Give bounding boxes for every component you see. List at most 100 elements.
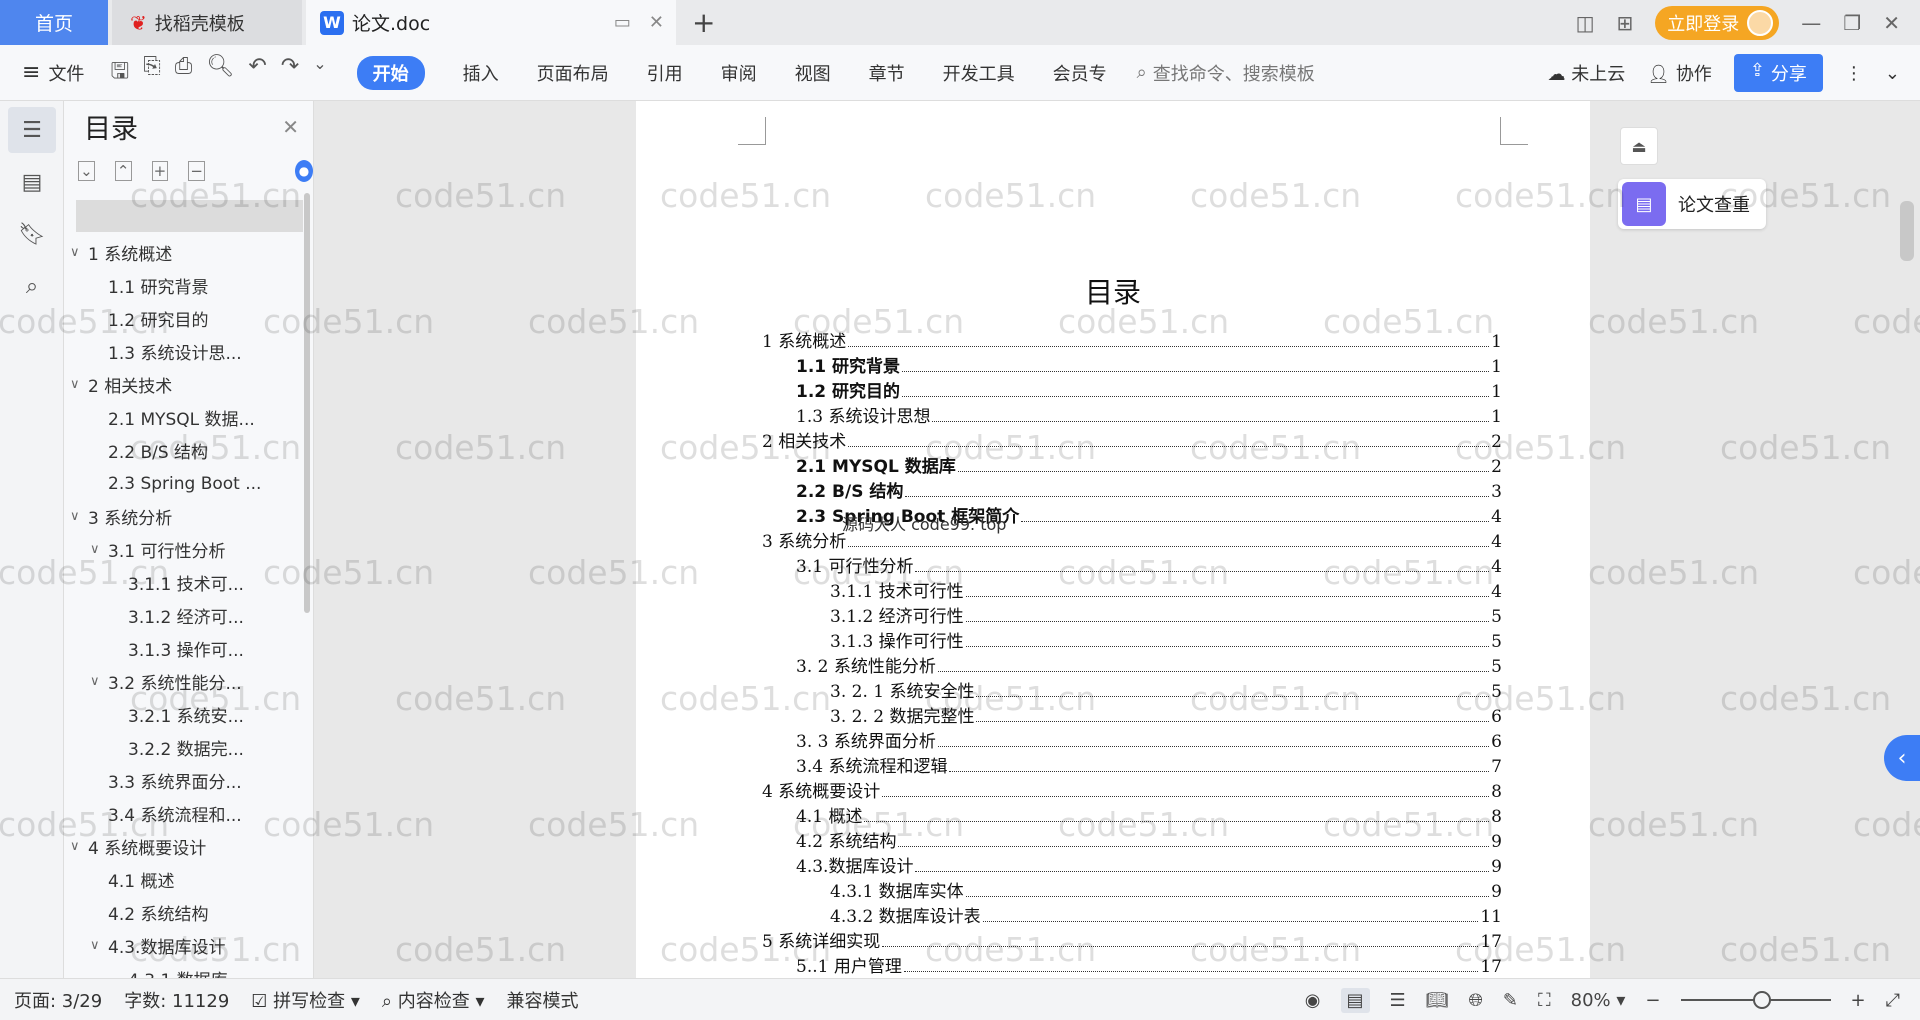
toc-entry[interactable]: 1.3 系统设计思想 1 (762, 402, 1502, 427)
redo-icon[interactable]: ↷ (281, 54, 299, 92)
toc-entry[interactable]: 3.4 系统流程和逻辑 7 (762, 752, 1502, 777)
toc-tree-item[interactable]: ∨ 3 系统分析 (64, 500, 313, 533)
menu-member[interactable]: 会员专 (1053, 60, 1107, 86)
print-preview-icon[interactable]: 🔍︎ (206, 54, 234, 92)
toc-tree-item[interactable]: ∨ 2 相关技术 (64, 368, 313, 401)
cloud-status[interactable]: ☁ 未上云 (1547, 60, 1625, 86)
content-check-button[interactable]: ⌕ 内容检查 ▾ (382, 987, 485, 1013)
toc-tree-item[interactable]: ∨ 3.1 可行性分析 (64, 533, 313, 566)
menu-review[interactable]: 审阅 (721, 60, 757, 86)
print-icon[interactable]: ⎙ (175, 54, 193, 92)
collapse-panel-button[interactable]: ⏏ (1620, 127, 1658, 165)
screen-icon[interactable]: ▭ (614, 12, 631, 33)
toc-entry[interactable]: 1.2 研究目的 1 (762, 377, 1502, 402)
toc-scrollbar[interactable] (304, 193, 310, 613)
toc-entry[interactable]: 4.2 系统结构 9 (762, 827, 1502, 852)
tab-template[interactable]: ❦ 找稻壳模板 (112, 0, 302, 45)
toc-nav-icon[interactable]: ☰ (8, 107, 56, 153)
tab-document[interactable]: W 论文.doc ▭ ✕ (306, 0, 676, 45)
grid-apps-icon[interactable]: ⊞ (1617, 11, 1634, 35)
web-view-icon[interactable]: 🌐︎ (1469, 990, 1483, 1011)
toc-tree-item[interactable]: 3.2.1 系统安... (64, 698, 313, 731)
chevron-down-icon[interactable]: ∨ (90, 542, 108, 557)
more-icon[interactable]: ⋮ (1845, 63, 1863, 84)
toc-tree-item[interactable]: ∨ 4.3.数据库设计 (64, 929, 313, 962)
new-tab-button[interactable]: + (692, 6, 715, 39)
ai-assistant-icon[interactable]: ● (295, 160, 313, 182)
share-button[interactable]: ⇪ 分享 (1733, 54, 1823, 92)
toc-entry[interactable]: 2.1 MYSQL 数据库 2 (762, 452, 1502, 477)
chevron-left-icon[interactable]: ‹ (1884, 735, 1920, 781)
toc-entry[interactable]: 5..1 用户管理 17 (762, 952, 1502, 977)
login-button[interactable]: 立即登录 (1655, 5, 1780, 40)
toc-entry[interactable]: 3. 2 系统性能分析 5 (762, 652, 1502, 677)
toc-tree-item[interactable]: 2.2 B/S 结构 (64, 434, 313, 467)
add-heading-icon[interactable]: + (151, 161, 169, 181)
toc-tree-item[interactable]: 1.1 研究背景 (64, 269, 313, 302)
read-view-icon[interactable]: 📖︎ (1426, 990, 1449, 1011)
chevron-down-icon[interactable]: ∨ (70, 509, 88, 524)
chevron-down-icon[interactable]: ∨ (90, 674, 108, 689)
toc-entry[interactable]: 3.1.3 操作可行性 5 (762, 627, 1502, 652)
toc-tree-item[interactable]: 3.3 系统界面分... (64, 764, 313, 797)
page-count[interactable]: 页面: 3/29 (14, 987, 102, 1013)
search-panel-icon[interactable]: ⌕ (8, 263, 56, 309)
zoom-in-icon[interactable]: + (1851, 990, 1866, 1011)
save-icon[interactable]: 🖫 (110, 54, 129, 92)
toc-tree-item[interactable]: 4.1 概述 (64, 863, 313, 896)
toc-tree-item[interactable]: 3.1.2 经济可... (64, 599, 313, 632)
toc-entry[interactable]: 5 系统详细实现 17 (762, 927, 1502, 952)
outline-view-icon[interactable]: ☰ (1390, 990, 1406, 1011)
toc-tree-item[interactable]: 1.3 系统设计思... (64, 335, 313, 368)
toc-tree-item[interactable]: 1.2 研究目的 (64, 302, 313, 335)
minimize-icon[interactable]: — (1801, 11, 1821, 35)
fit-page-icon[interactable]: ⛶ (1538, 990, 1551, 1011)
page-view-icon[interactable]: ▤ (1340, 987, 1370, 1013)
menu-insert[interactable]: 插入 (463, 60, 499, 86)
menu-developer[interactable]: 开发工具 (943, 60, 1015, 86)
menu-view[interactable]: 视图 (795, 60, 831, 86)
toc-entry[interactable]: 3.1.1 技术可行性 4 (762, 577, 1502, 602)
close-window-icon[interactable]: ✕ (1883, 11, 1900, 35)
toc-tree-item[interactable]: 4.3.1 数据库... (64, 962, 313, 978)
chevron-down-icon[interactable]: ∨ (90, 938, 108, 953)
collab-button[interactable]: 👤︎ 协作 (1647, 60, 1712, 86)
toc-entry[interactable]: 3. 2. 1 系统安全性 5 (762, 677, 1502, 702)
restore-icon[interactable]: ❐ (1843, 11, 1861, 35)
toc-tree-item[interactable]: 3.1.1 技术可... (64, 566, 313, 599)
toc-tree-item[interactable]: ∨ 4 系统概要设计 (64, 830, 313, 863)
toc-filter-bar[interactable] (76, 200, 303, 232)
toc-tree-item[interactable]: 4.2 系统结构 (64, 896, 313, 929)
toc-entry[interactable]: 1.1 研究背景 1 (762, 352, 1502, 377)
close-icon[interactable]: ✕ (282, 115, 299, 139)
toc-entry[interactable]: 2.2 B/S 结构 3 (762, 477, 1502, 502)
menu-references[interactable]: 引用 (647, 60, 683, 86)
zoom-level[interactable]: 80% ▾ (1571, 990, 1626, 1011)
fullscreen-icon[interactable]: ⤢ (1886, 990, 1900, 1011)
vertical-scrollbar[interactable] (1900, 201, 1914, 261)
close-tab-icon[interactable]: ✕ (649, 12, 664, 33)
chevron-down-icon[interactable]: ∨ (70, 377, 88, 392)
pen-icon[interactable]: ✎ (1503, 990, 1518, 1011)
toc-tree-item[interactable]: 2.1 MYSQL 数据... (64, 401, 313, 434)
toc-entry[interactable]: 3. 3 系统界面分析 6 (762, 727, 1502, 752)
chapter-nav-icon[interactable]: ▤ (8, 159, 56, 205)
toc-tree-item[interactable]: 3.2.2 数据完... (64, 731, 313, 764)
toc-entry[interactable]: 4.1 概述 8 (762, 802, 1502, 827)
toc-entry[interactable]: 3. 2. 2 数据完整性 6 (762, 702, 1502, 727)
toc-entry[interactable]: 1 系统概述 1 (762, 327, 1502, 352)
undo-icon[interactable]: ↶ (248, 54, 266, 92)
command-search[interactable]: ⌕ 查找命令、搜索模板 (1137, 60, 1315, 86)
toc-entry[interactable]: 3.1.2 经济可行性 5 (762, 602, 1502, 627)
eye-protect-icon[interactable]: ◉ (1305, 990, 1321, 1011)
toc-tree-item[interactable]: 2.3 Spring Boot ... (64, 467, 313, 500)
toc-entry[interactable]: 4.3.1 数据库实体 9 (762, 877, 1502, 902)
zoom-slider[interactable] (1680, 991, 1831, 1009)
toc-entry[interactable]: 4.3.数据库设计 9 (762, 852, 1502, 877)
toc-tree-item[interactable]: ∨ 3.2 系统性能分... (64, 665, 313, 698)
plagiarism-check-button[interactable]: ▤ 论文查重 (1618, 179, 1766, 229)
zoom-slider-knob[interactable] (1752, 991, 1771, 1009)
chevron-down-icon[interactable]: ⌄ (313, 54, 326, 92)
menu-section[interactable]: 章节 (869, 60, 905, 86)
collapse-ribbon-icon[interactable]: ⌄ (1885, 63, 1900, 84)
